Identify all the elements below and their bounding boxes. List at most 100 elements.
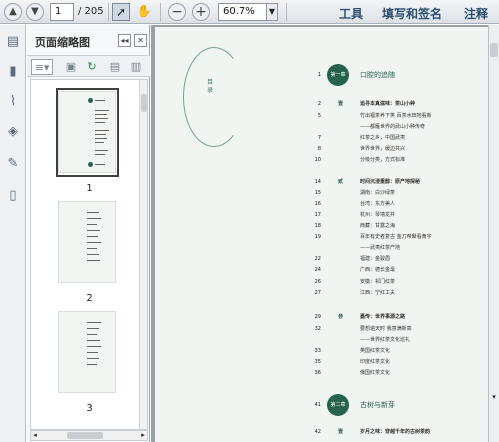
thumbnail-line	[87, 230, 100, 231]
scroll-thumb[interactable]	[490, 43, 498, 57]
zoom-in-button[interactable]: +	[192, 3, 210, 21]
thumbnail-line	[87, 340, 100, 341]
toc-entry[interactable]: 1 第一章 口腔的追随	[155, 64, 488, 86]
hand-tool-icon[interactable]: ✋	[135, 3, 153, 21]
zoom-out-button[interactable]: −	[168, 3, 186, 21]
select-tool-icon[interactable]: ➚	[112, 3, 130, 21]
thumbnail-label: 1	[86, 183, 93, 194]
toc-page-number: 36	[314, 370, 321, 376]
toc-text: 竹出福茶养下笑 百茶水田地看新	[360, 113, 432, 119]
zoom-input[interactable]: 60.7%	[218, 3, 268, 21]
thumbnail-page-3[interactable]	[58, 311, 116, 393]
toc-entry[interactable]: 35 印度红茶文化	[155, 357, 488, 367]
options-menu-icon[interactable]: ≡▾	[31, 59, 53, 75]
toc-entry[interactable]: 33 英国红茶文化	[155, 346, 488, 356]
fill-sign-link[interactable]: 填写和签名	[382, 5, 442, 22]
collapse-panel-icon[interactable]: ◂◂	[118, 34, 131, 47]
thumbnail-line	[87, 212, 99, 213]
toc-entry[interactable]: 2 壹 追寻本真滋味：茶山小种	[155, 99, 488, 109]
page-number-input[interactable]: 1	[50, 3, 74, 21]
attachment-icon[interactable]: ⌇	[5, 93, 21, 111]
thumbnail-line	[87, 224, 97, 225]
layers-icon[interactable]: ◈	[5, 123, 21, 141]
section-marker: 贰	[338, 179, 344, 185]
tools-link[interactable]: 工具	[339, 5, 363, 22]
thumbnail-line	[95, 100, 105, 101]
toc-page-number: 19	[314, 234, 321, 240]
thumbnails-icon[interactable]: ▤	[5, 33, 21, 51]
toc-text: 湖南：白沙绿茶	[360, 190, 396, 196]
toc-entry[interactable]: 5 竹出福茶养下笑 百茶水田地看新	[155, 111, 488, 121]
toc-text: 俄国红茶文化	[360, 370, 391, 376]
toc-entry[interactable]: 14 贰 时间沉浸重醇：原产地探秘	[155, 177, 488, 187]
toc-entry[interactable]: 16 台湾：东方美人	[155, 199, 488, 209]
toc-entry[interactable]: 8 世界世界，缓边共兴	[155, 144, 488, 154]
scroll-thumb[interactable]	[67, 432, 103, 439]
page-up-button[interactable]: ▲	[4, 3, 22, 21]
thumbnail-page-1[interactable]	[58, 91, 116, 173]
thumbnail-line	[95, 154, 105, 155]
document-scrollbar[interactable]: ▾	[488, 25, 499, 442]
chapter-badge: 第二章	[327, 394, 349, 416]
toc-entry[interactable]: 18 西藏：甘露之海	[155, 221, 488, 231]
toc-entry[interactable]: 19 百年有史者复古 金刀帝聚看黄字	[155, 232, 488, 242]
document-icon[interactable]: ▯	[5, 187, 21, 205]
toc-entry[interactable]: 42 壹 岁月之味：穿越千年的古树茶韵	[155, 427, 488, 437]
toc-entry[interactable]: 41 第二章 古树与新芽	[155, 394, 488, 416]
close-panel-icon[interactable]: ✕	[134, 34, 147, 47]
toolbar-divider	[286, 3, 287, 21]
section-marker: 叁	[338, 314, 344, 320]
scroll-right-icon[interactable]: ▸	[139, 431, 147, 440]
extract-page-icon[interactable]: ▤	[107, 59, 123, 75]
toc-text: 古树与新芽	[360, 401, 395, 409]
toc-entry[interactable]: ——世界红茶文化巡礼	[155, 335, 488, 345]
thumbnail-line	[95, 134, 106, 135]
page-down-button[interactable]: ▼	[26, 3, 44, 21]
thumbnail-badge	[88, 162, 93, 167]
toc-entry[interactable]: 32 要想遍天时 我意满新高	[155, 324, 488, 334]
toc-page-number: 29	[314, 314, 321, 320]
zoom-dropdown-icon[interactable]: ▼	[266, 3, 278, 21]
thumbnail-line	[87, 334, 97, 335]
toc-page-number: 22	[314, 256, 321, 262]
toc-entry[interactable]: 24 广西：德长金毫	[155, 265, 488, 275]
toc-text: 百年有史者复古 金刀帝聚看黄字	[360, 234, 432, 240]
thumbnail-line	[95, 114, 107, 115]
toc-entry[interactable]: 27 江西：宁红工夫	[155, 288, 488, 298]
toc-entry[interactable]: 15 湖南：白沙绿茶	[155, 188, 488, 198]
comment-link[interactable]: 注释	[464, 5, 488, 22]
thumbnail-scrollbar[interactable]	[139, 80, 147, 429]
toc-text: 安徽：祁门红茶	[360, 279, 396, 285]
toc-entry[interactable]: 22 福建：金骏眉	[155, 254, 488, 264]
delete-page-icon[interactable]: ▣	[63, 59, 79, 75]
toc-page-number: 15	[314, 190, 321, 196]
thumbnail-line	[87, 322, 101, 323]
toc-entry[interactable]: 7 红茶之乡，中国武夷	[155, 133, 488, 143]
toc-page-number: 41	[314, 402, 321, 408]
scroll-left-icon[interactable]: ◂	[31, 431, 39, 440]
bookmark-icon[interactable]: ▮	[5, 63, 21, 81]
thumbnail-line	[95, 130, 109, 131]
thumbnail-badge	[88, 98, 93, 103]
toc-entry[interactable]: 29 叁 嘉传：世界事源之路	[155, 312, 488, 322]
horizontal-scrollbar[interactable]: ◂ ▸	[30, 430, 148, 441]
thumbnail-line	[87, 346, 101, 347]
thumbnail-line	[87, 248, 97, 249]
scroll-thumb[interactable]	[141, 94, 147, 112]
scroll-down-icon[interactable]: ▾	[489, 393, 499, 403]
toc-entry[interactable]: ——武夷红茶产地	[155, 243, 488, 253]
insert-page-icon[interactable]: ▥	[128, 59, 144, 75]
toc-entry[interactable]: 26 安徽：祁门红茶	[155, 277, 488, 287]
thumbnail-line	[87, 218, 101, 219]
thumbnail-line	[95, 164, 105, 165]
toc-entry[interactable]: ——都雁世界的武山小种传奇	[155, 122, 488, 132]
thumbnail-label: 3	[86, 403, 93, 414]
signature-icon[interactable]: ✎	[5, 155, 21, 173]
toc-entry[interactable]: 17 杭州：琴墙龙井	[155, 210, 488, 220]
toc-entry[interactable]: 36 俄国红茶文化	[155, 368, 488, 378]
thumbnail-page-2[interactable]	[58, 201, 116, 283]
section-marker: 壹	[338, 429, 344, 435]
rotate-page-icon[interactable]: ↻	[84, 59, 100, 75]
thumbnail-panel: 页面缩略图 ◂◂ ✕ ≡▾ ▣ ↻ ▤ ▥ 1 2 3 ◂ ▸	[27, 25, 150, 442]
toc-entry[interactable]: 10 分级分类，方式标准	[155, 155, 488, 165]
